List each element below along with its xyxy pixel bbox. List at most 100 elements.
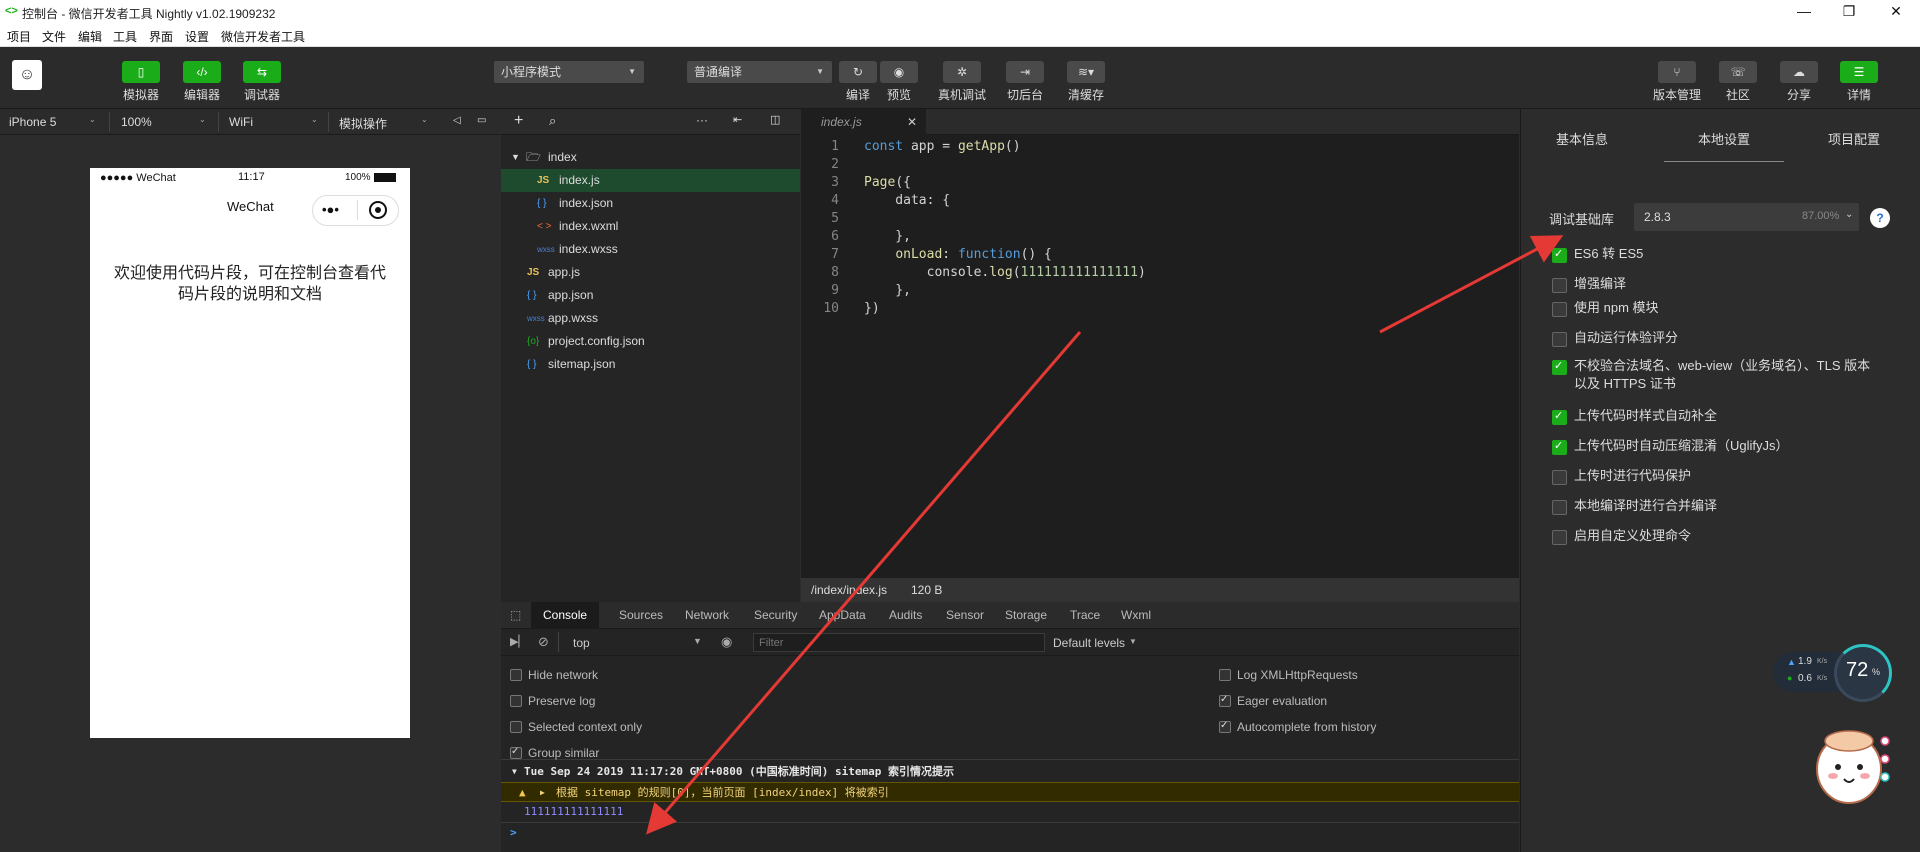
clear-cache-button[interactable]: ≋▾ 清缓存 (1062, 61, 1110, 103)
sidebar-toggle-icon[interactable]: ▶▏ (510, 635, 527, 648)
tab-audits[interactable]: Audits (889, 602, 922, 629)
hide-network-checkbox[interactable]: Hide network (510, 668, 598, 682)
zoom-select[interactable]: 100% (121, 115, 152, 129)
menu-item-devtools[interactable]: 微信开发者工具 (221, 28, 305, 45)
file-item[interactable]: JS app.js (501, 261, 800, 284)
remote-debug-button[interactable]: ✲ 真机调试 (937, 61, 987, 103)
preserve-log-checkbox[interactable]: Preserve log (510, 694, 595, 708)
mode-select[interactable]: 小程序模式 ▼ (494, 61, 644, 83)
collapse-icon[interactable]: ⇤ (733, 113, 742, 126)
phone-screen[interactable]: ●●●●● WeChat 11:17 100% WeChat •●• 欢迎使用代… (90, 168, 410, 738)
compile-select[interactable]: 普通编译 ▼ (687, 61, 832, 83)
opt-code-protect[interactable]: 上传时进行代码保护 (1552, 467, 1872, 485)
file-item[interactable]: wxss index.wxss (501, 238, 800, 261)
window-icon[interactable]: ▭ (477, 115, 486, 126)
file-item[interactable]: { } sitemap.json (501, 353, 800, 376)
opt-custom-command[interactable]: 启用自定义处理命令 (1552, 527, 1872, 545)
avatar[interactable]: ☺ (12, 60, 42, 90)
eager-eval-checkbox[interactable]: Eager evaluation (1219, 693, 1327, 708)
maximize-button[interactable]: ❐ (1826, 3, 1872, 20)
percent-gauge[interactable]: 72 % (1834, 644, 1892, 702)
minimize-button[interactable]: — (1781, 3, 1827, 19)
close-button[interactable]: ✕ (1873, 3, 1919, 20)
clear-console-icon[interactable]: ⊘ (538, 634, 549, 650)
opt-enhanced-compile[interactable]: 增强编译 (1552, 275, 1872, 293)
selected-context-checkbox[interactable]: Selected context only (510, 720, 642, 734)
tab-basic-info[interactable]: 基本信息 (1522, 129, 1642, 148)
details-button[interactable]: ☰ 详情 (1835, 61, 1883, 103)
tab-security[interactable]: Security (754, 602, 797, 629)
tab-storage[interactable]: Storage (1005, 602, 1047, 629)
volume-icon[interactable]: ◁ (453, 115, 461, 126)
network-select[interactable]: WiFi (229, 115, 253, 129)
folder-index[interactable]: ▼ 🗁 index (501, 146, 800, 169)
help-icon[interactable]: ? (1870, 208, 1890, 228)
editor-button[interactable]: ‹/› 编辑器 (178, 61, 226, 103)
more-icon[interactable]: •●• (322, 202, 339, 217)
tab-trace[interactable]: Trace (1070, 602, 1100, 629)
tab-local-settings[interactable]: 本地设置 (1664, 129, 1784, 148)
warning-row[interactable]: ▲ ▶ 根据 sitemap 的规则[0]，当前页面 [index/index]… (501, 782, 1519, 802)
menu-item-settings[interactable]: 设置 (185, 28, 209, 45)
tab-sources[interactable]: Sources (619, 602, 663, 629)
tab-index-js[interactable]: index.js ✕ (801, 109, 926, 135)
file-item[interactable]: { } app.json (501, 284, 800, 307)
menu-item-view[interactable]: 界面 (149, 28, 173, 45)
log-xhr-checkbox[interactable]: Log XMLHttpRequests (1219, 668, 1358, 682)
opt-skip-domain-check[interactable]: 不校验合法域名、web-view（业务域名）、TLS 版本以及 HTTPS 证书 (1552, 357, 1872, 393)
simulator-button[interactable]: ▯ 模拟器 (117, 61, 165, 103)
more-icon[interactable]: ··· (696, 113, 708, 127)
file-item[interactable]: < > index.wxml (501, 215, 800, 238)
version-button[interactable]: ⑂ 版本管理 (1651, 61, 1703, 103)
menu-capsule[interactable]: •●• (312, 195, 399, 226)
sim-ops-select[interactable]: 模拟操作 (339, 115, 387, 132)
context-select[interactable]: top (573, 636, 590, 650)
tab-appdata[interactable]: AppData (819, 602, 866, 629)
close-tab-icon[interactable]: ✕ (907, 109, 917, 135)
app-logo-icon: <> (5, 5, 18, 17)
tab-wxml[interactable]: Wxml (1121, 602, 1151, 629)
console-filter-input[interactable] (753, 633, 1045, 652)
bug-icon: ✲ (943, 61, 981, 83)
console-output[interactable]: ▼ Tue Sep 24 2019 11:17:20 GMT+0800 (中国标… (501, 760, 1519, 852)
version-label: 版本管理 (1652, 88, 1701, 102)
group-similar-checkbox[interactable]: Group similar (510, 745, 599, 760)
levels-select[interactable]: Default levels (1053, 636, 1125, 650)
preview-button[interactable]: ◉ 预览 (875, 61, 923, 103)
community-button[interactable]: ☏ 社区 (1714, 61, 1762, 103)
background-button[interactable]: ⇥ 切后台 (1001, 61, 1049, 103)
eye-icon[interactable]: ◉ (721, 634, 732, 650)
lib-version-select[interactable]: 2.8.3 87.00% ⌄ (1634, 203, 1859, 231)
log-group-header[interactable]: ▼ Tue Sep 24 2019 11:17:20 GMT+0800 (中国标… (501, 762, 1519, 782)
share-button[interactable]: ☁ 分享 (1775, 61, 1823, 103)
file-item[interactable]: {o} project.config.json (501, 330, 800, 353)
file-item[interactable]: { } index.json (501, 192, 800, 215)
debug-icon: ⇆ (243, 61, 281, 83)
tab-project-config[interactable]: 项目配置 (1794, 129, 1914, 148)
split-icon[interactable]: ◫ (770, 113, 780, 126)
file-item[interactable]: wxss app.wxss (501, 307, 800, 330)
menu-item-edit[interactable]: 编辑 (78, 28, 102, 45)
tab-network[interactable]: Network (685, 602, 729, 629)
autocomplete-checkbox[interactable]: Autocomplete from history (1219, 719, 1376, 734)
opt-uglify[interactable]: 上传代码时自动压缩混淆（UglifyJs） (1552, 437, 1872, 455)
file-item[interactable]: JS index.js (501, 169, 800, 192)
console-prompt[interactable]: > (501, 822, 1519, 842)
close-capsule-icon[interactable] (369, 201, 387, 219)
menu-item-project[interactable]: 项目 (7, 28, 31, 45)
opt-npm[interactable]: 使用 npm 模块 (1552, 299, 1872, 317)
menu-item-file[interactable]: 文件 (42, 28, 66, 45)
opt-merge-compile[interactable]: 本地编译时进行合并编译 (1552, 497, 1872, 515)
add-icon[interactable]: + (514, 112, 523, 130)
device-select[interactable]: iPhone 5 (9, 115, 56, 129)
search-icon[interactable]: ⌕ (549, 113, 556, 129)
code-editor[interactable]: 1 2 3 4 5 6 7 8 9 10 const app = getApp(… (801, 135, 1519, 578)
opt-auto-audit[interactable]: 自动运行体验评分 (1552, 329, 1872, 347)
tab-console[interactable]: Console (531, 602, 600, 629)
tab-sensor[interactable]: Sensor (946, 602, 984, 629)
opt-auto-prefix[interactable]: 上传代码时样式自动补全 (1552, 407, 1872, 425)
opt-es6-to-es5[interactable]: ES6 转 ES5 (1552, 245, 1872, 263)
debugger-button[interactable]: ⇆ 调试器 (238, 61, 286, 103)
menu-item-tools[interactable]: 工具 (113, 28, 137, 45)
inspect-icon[interactable]: ⬚ (510, 608, 521, 622)
